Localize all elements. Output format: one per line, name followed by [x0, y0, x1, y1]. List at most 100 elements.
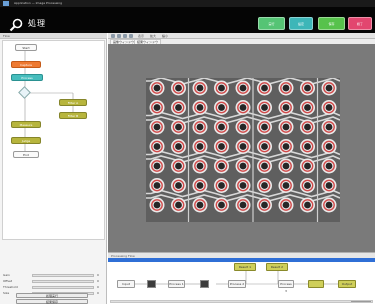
left-panel-title: Flow [3, 34, 10, 38]
flow-node-process[interactable]: Process [11, 74, 43, 81]
pad-hole [153, 104, 161, 111]
main-area: 表示 拡大 縮小 画像ウィンドウ 結果ウィンドウ Processing Flow… [108, 33, 375, 304]
pad-hole [196, 84, 204, 92]
bottom-flow-scrollbar[interactable] [110, 300, 373, 303]
hand-icon[interactable] [117, 34, 121, 38]
scrollbar-knob[interactable] [351, 301, 371, 302]
pad-hole [196, 143, 204, 150]
bottom-flow-node-result-1[interactable]: Result 1 [234, 263, 256, 271]
pad-hole [218, 162, 225, 170]
pad-hole [325, 123, 333, 131]
bottom-flow-node-input[interactable]: Input [117, 280, 135, 288]
image-viewport[interactable] [108, 44, 375, 252]
toolbar-label-zoom-out[interactable]: 縮小 [162, 34, 168, 38]
pad-hole [196, 123, 204, 131]
pad-hole [175, 162, 182, 170]
save-result-button[interactable]: 結果保存 [16, 299, 88, 304]
pad-hole [153, 201, 161, 209]
pad-hole [261, 182, 268, 189]
bottom-flow-panel: Processing Flow Input Process 1 Process … [108, 252, 375, 304]
pad-hole [153, 123, 161, 131]
param-row: Threshold 0 [2, 285, 105, 290]
save-button[interactable]: 保存 [318, 17, 345, 30]
param-label: Offset [3, 279, 13, 283]
pad-hole [239, 104, 247, 111]
bottom-flow-connectors [135, 267, 338, 285]
flow-node-judge[interactable]: Judge [11, 137, 41, 144]
pad-hole [304, 104, 311, 111]
inspection-image[interactable] [146, 78, 340, 222]
pad-hole [153, 182, 161, 189]
pad-hole [325, 182, 333, 189]
window-title: Application — Image Processing [14, 1, 63, 5]
bottom-flow-node-judge[interactable] [308, 280, 324, 288]
arrow-icon[interactable] [111, 34, 115, 38]
pad-hole [325, 143, 333, 150]
param-value: 0 [97, 279, 99, 283]
pad-hole [239, 162, 247, 170]
pad-hole [304, 162, 311, 170]
image-thumbnail[interactable] [147, 280, 156, 288]
pad-hole [261, 123, 268, 131]
param-slider[interactable] [32, 274, 94, 277]
pad-hole [153, 84, 161, 92]
left-panel-header: Flow [0, 33, 107, 39]
flow-node-filter-a[interactable]: Filter A [59, 99, 87, 106]
bottom-flow-node-output[interactable]: Output [338, 280, 356, 288]
flow-node-filter-b[interactable]: Filter B [59, 112, 87, 119]
param-row: Gain 0 [2, 273, 105, 278]
zoom-in-icon[interactable] [123, 34, 127, 38]
pad-hole [175, 84, 182, 92]
run-button[interactable]: 実行 [258, 17, 285, 30]
bottom-flow-node-process-1[interactable]: Process 1 [168, 280, 185, 288]
bottom-flow-node-process-3[interactable]: Process 3 [278, 280, 294, 293]
flow-node-measure[interactable]: Measure [11, 121, 41, 128]
toolbar-label-view[interactable]: 表示 [138, 34, 144, 38]
left-panel: Flow Start Capture Process Filter A Filt… [0, 33, 107, 304]
app-header: 処理 実行 設定 保存 終了 接続済み 画像処理 [0, 7, 375, 37]
pad-hole [304, 201, 311, 209]
flow-node-end[interactable]: End [13, 151, 39, 158]
pad-hole [218, 143, 225, 150]
pad-hole [282, 182, 290, 189]
app-icon [3, 1, 9, 6]
pad-hole [261, 201, 268, 209]
pad-hole [175, 182, 182, 189]
page-title: 処理 [28, 19, 46, 28]
flow-node-start[interactable]: Start [15, 44, 37, 51]
pad-hole [282, 143, 290, 150]
param-label: Gain [3, 273, 10, 277]
pad-hole [196, 104, 204, 111]
toolbar-label-zoom-in[interactable]: 拡大 [150, 34, 156, 38]
pad-hole [175, 143, 182, 150]
flow-canvas[interactable]: Start Capture Process Filter A Filter B … [2, 40, 105, 240]
pad-hole [218, 201, 225, 209]
pad-hole [153, 162, 161, 170]
pad-hole [175, 123, 182, 131]
pad-hole [218, 84, 225, 92]
pad-hole [196, 162, 204, 170]
window-titlebar: Application — Image Processing [0, 0, 375, 7]
settings-button[interactable]: 設定 [289, 17, 313, 30]
param-slider[interactable] [32, 286, 94, 289]
pad-hole [239, 84, 247, 92]
param-row: Offset 0 [2, 279, 105, 284]
execute-process-button[interactable]: 処理実行 [16, 293, 88, 298]
pad-hole [304, 143, 311, 150]
zoom-out-icon[interactable] [129, 34, 133, 38]
image-thumbnail[interactable] [200, 280, 209, 288]
pad-hole [239, 182, 247, 189]
bottom-flow-node-process-2[interactable]: Process 2 [228, 280, 246, 288]
pad-hole [261, 162, 268, 170]
pad-hole [153, 143, 161, 150]
pad-hole [218, 123, 225, 131]
flow-node-capture[interactable]: Capture [11, 61, 41, 68]
pad-hole [304, 84, 311, 92]
param-slider[interactable] [32, 280, 94, 283]
pad-hole [175, 104, 182, 111]
pad-hole [239, 201, 247, 209]
bottom-flow-node-result-2[interactable]: Result 2 [266, 263, 288, 271]
pad-hole [325, 104, 333, 111]
exit-button[interactable]: 終了 [348, 17, 372, 30]
pad-hole [196, 201, 204, 209]
